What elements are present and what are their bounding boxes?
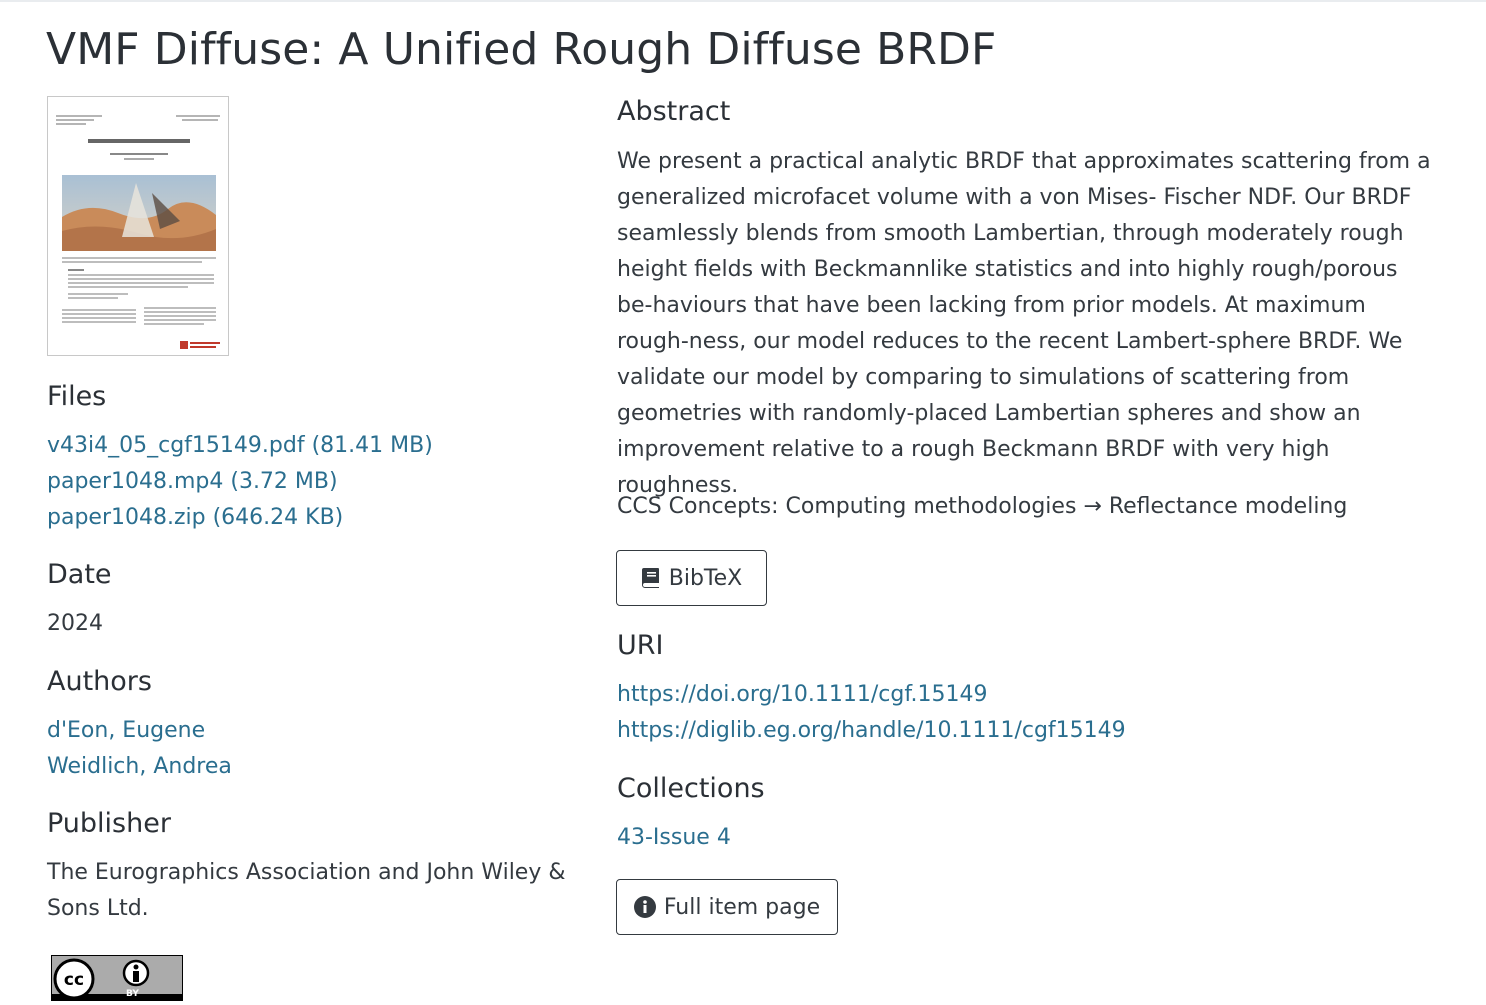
date-value: 2024 (47, 611, 103, 636)
paper-thumbnail[interactable] (47, 96, 229, 356)
top-divider (0, 0, 1486, 2)
cc-by-icon: cc (52, 956, 182, 1000)
uri-link-doi[interactable]: https://doi.org/10.1111/cgf.15149 (617, 677, 987, 713)
abstract-text: We present a practical analytic BRDF tha… (617, 149, 1431, 498)
page-title: VMF Diffuse: A Unified Rough Diffuse BRD… (46, 24, 997, 75)
book-icon (641, 567, 661, 589)
cc-by-label: BY (126, 989, 139, 999)
collection-link[interactable]: 43-Issue 4 (617, 820, 731, 856)
bibtex-button[interactable]: BibTeX (616, 550, 767, 606)
full-item-page-button[interactable]: Full item page (616, 879, 838, 935)
uri-link-handle[interactable]: https://diglib.eg.org/handle/10.1111/cgf… (617, 713, 1126, 749)
collections-heading: Collections (617, 773, 765, 804)
file-link-zip[interactable]: paper1048.zip (646.24 KB) (47, 500, 343, 536)
paper-thumbnail-image (48, 97, 228, 355)
author-link[interactable]: d'Eon, Eugene (47, 713, 205, 749)
abstract-heading: Abstract (617, 96, 731, 127)
full-item-page-label: Full item page (663, 894, 821, 920)
file-link-mp4[interactable]: paper1048.mp4 (3.72 MB) (47, 464, 338, 500)
files-heading: Files (47, 381, 107, 412)
authors-heading: Authors (47, 666, 152, 697)
publisher-value-line2: Sons Ltd. (47, 896, 149, 921)
uri-heading: URI (617, 630, 664, 661)
info-circle-icon (633, 896, 656, 918)
ccs-concepts: CCS Concepts: Computing methodologies → … (617, 494, 1348, 519)
file-link-pdf[interactable]: v43i4_05_cgf15149.pdf (81.41 MB) (47, 428, 433, 464)
publisher-heading: Publisher (47, 808, 171, 839)
svg-text:cc: cc (64, 970, 84, 990)
publisher-value-line1: The Eurographics Association and John Wi… (47, 860, 566, 885)
bibtex-label: BibTeX (668, 565, 743, 591)
date-heading: Date (47, 559, 112, 590)
author-link[interactable]: Weidlich, Andrea (47, 749, 232, 785)
cc-by-license-badge[interactable]: cc BY (51, 955, 183, 1001)
